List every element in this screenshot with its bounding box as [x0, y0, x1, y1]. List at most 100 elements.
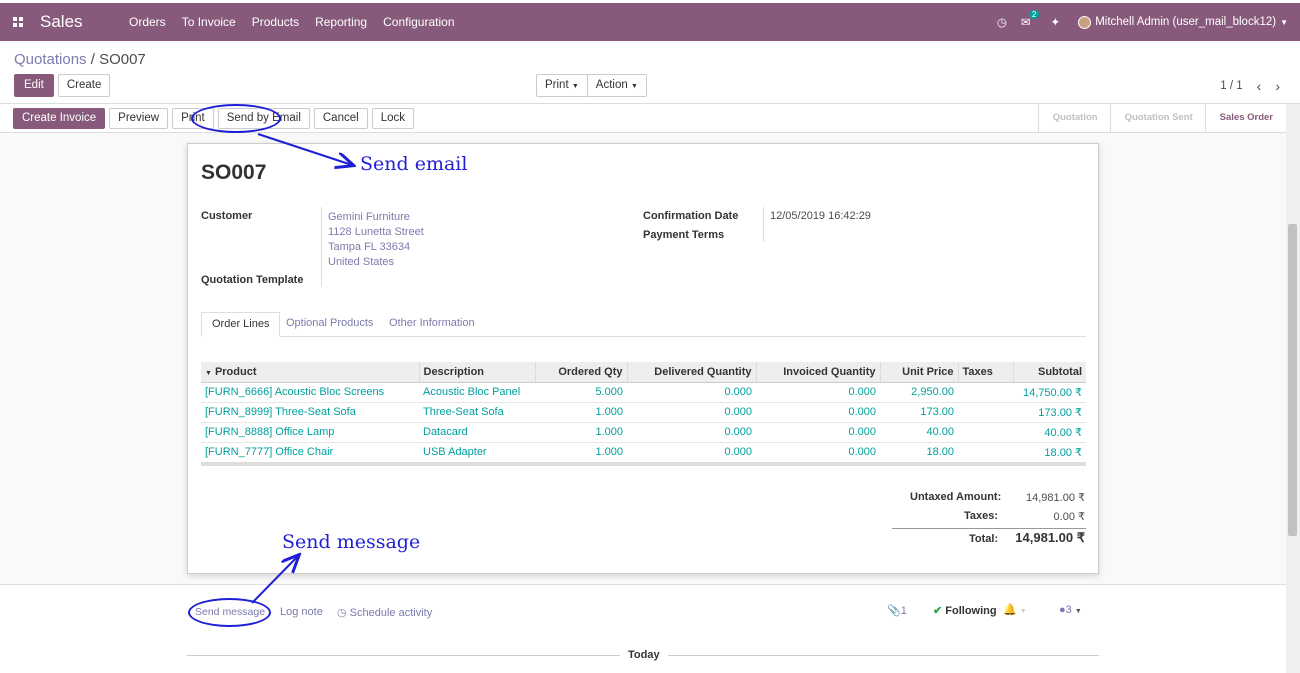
breadcrumb-quotations[interactable]: Quotations — [14, 51, 87, 68]
user-name: Mitchell Admin (user_mail_block12) — [1095, 16, 1277, 28]
action-dropdown[interactable]: Action ▼ — [586, 74, 647, 97]
untaxed-amount-label: Untaxed Amount: — [910, 491, 1002, 503]
messages-badge: 2 — [1028, 10, 1040, 19]
cell-ordered-qty: 1.000 — [535, 402, 627, 423]
cell-invoiced-qty: 0.000 — [756, 402, 880, 423]
cell-delivered-qty: 0.000 — [627, 382, 756, 403]
cell-taxes — [958, 382, 1013, 403]
app-brand[interactable]: Sales — [40, 12, 128, 32]
log-note-button[interactable]: Log note — [280, 606, 323, 618]
activity-clock-icon[interactable]: ◷ — [997, 15, 1007, 29]
caret-down-icon: ▼ — [571, 83, 579, 90]
caret-down-icon: ▼ — [630, 83, 638, 90]
caret-down-icon: ▼ — [205, 369, 212, 377]
cell-unit-price: 18.00 — [880, 442, 958, 463]
stage-sales-order[interactable]: Sales Order — [1204, 104, 1285, 132]
cancel-button[interactable]: Cancel — [313, 108, 368, 129]
tab-order-lines[interactable]: Order Lines — [201, 312, 281, 337]
menu-to-invoice[interactable]: To Invoice — [182, 15, 236, 29]
column-subtotal[interactable]: Subtotal — [1013, 362, 1086, 383]
attachments-button[interactable]: 📎1 — [887, 604, 907, 617]
chevron-right-icon[interactable]: › — [1275, 78, 1280, 94]
customer-city: Tampa FL 33634 — [328, 241, 411, 253]
cell-product: [FURN_6666] Acoustic Bloc Screens — [201, 382, 419, 403]
send-email-annotation: Send email — [360, 153, 468, 175]
cell-taxes — [958, 442, 1013, 463]
divider — [321, 207, 322, 287]
table-row[interactable]: [FURN_7777] Office Chair USB Adapter 1.0… — [201, 442, 1086, 463]
menu-orders[interactable]: Orders — [129, 15, 166, 29]
column-description[interactable]: Description — [419, 362, 536, 383]
scrollbar-thumb[interactable] — [1288, 224, 1297, 536]
pager: 1 / 1 ‹ › — [1220, 78, 1280, 94]
breadcrumb-separator: / — [86, 51, 100, 68]
customer-label: Customer — [201, 210, 253, 222]
menu-configuration[interactable]: Configuration — [383, 15, 454, 29]
breadcrumb: Quotations / SO007 — [14, 51, 146, 68]
table-row[interactable]: [FURN_8888] Office Lamp Datacard 1.000 0… — [201, 422, 1086, 443]
customer-field[interactable]: Gemini Furniture 1128 Lunetta Street Tam… — [328, 210, 424, 270]
print-dropdown[interactable]: Print ▼ — [536, 74, 588, 97]
user-menu[interactable]: Mitchell Admin (user_mail_block12) ▼ — [1078, 15, 1288, 29]
column-ordered-qty[interactable]: Ordered Qty — [535, 362, 628, 383]
debug-bug-icon[interactable]: ✦ — [1051, 15, 1061, 29]
untaxed-amount-value: 14,981.00 ₹ — [1026, 492, 1085, 504]
cell-product: [FURN_8999] Three-Seat Sofa — [201, 402, 419, 423]
preview-button[interactable]: Preview — [109, 108, 169, 129]
table-row[interactable]: [FURN_6666] Acoustic Bloc Screens Acoust… — [201, 382, 1086, 403]
cell-description: Datacard — [419, 422, 535, 443]
create-invoice-button[interactable]: Create Invoice — [13, 108, 106, 129]
schedule-activity-label: Schedule activity — [349, 607, 433, 619]
caret-down-icon: ▼ — [1074, 608, 1082, 615]
cell-ordered-qty: 1.000 — [535, 422, 627, 443]
payment-terms-label: Payment Terms — [643, 229, 725, 241]
taxes-value: 0.00 ₹ — [1053, 511, 1085, 523]
column-taxes[interactable]: Taxes — [958, 362, 1014, 383]
send-message-annotation: Send message — [282, 531, 421, 553]
column-unit-price[interactable]: Unit Price — [880, 362, 959, 383]
divider — [763, 207, 764, 242]
edit-button[interactable]: Edit — [14, 74, 54, 97]
avatar — [1078, 15, 1092, 29]
column-product[interactable]: ▼ Product — [201, 362, 420, 383]
send-email-highlight — [191, 104, 281, 133]
breadcrumb-current: SO007 — [99, 51, 146, 68]
bell-icon[interactable]: 🔔 ▼ — [1003, 603, 1027, 616]
cell-invoiced-qty: 0.000 — [756, 382, 880, 403]
paperclip-icon: 📎 — [887, 605, 901, 617]
quotation-template-label: Quotation Template — [201, 274, 304, 286]
cell-unit-price: 40.00 — [880, 422, 958, 443]
create-button[interactable]: Create — [57, 74, 111, 97]
stage-quotation-sent[interactable]: Quotation Sent — [1109, 104, 1205, 132]
tab-other-information[interactable]: Other Information — [379, 312, 485, 337]
chevron-left-icon[interactable]: ‹ — [1257, 78, 1262, 94]
menu-products[interactable]: Products — [252, 15, 299, 29]
following-button[interactable]: ✔ Following — [933, 604, 997, 617]
total-label: Total: — [969, 533, 999, 545]
cell-taxes — [958, 422, 1013, 443]
table-row[interactable]: [FURN_8999] Three-Seat Sofa Three-Seat S… — [201, 402, 1086, 423]
customer-country: United States — [328, 256, 395, 268]
column-delivered-quantity[interactable]: Delivered Quantity — [627, 362, 757, 383]
menu-reporting[interactable]: Reporting — [315, 15, 367, 29]
followers-count: 3 — [1065, 604, 1072, 616]
total-value: 14,981.00 ₹ — [1015, 530, 1085, 545]
lock-button[interactable]: Lock — [371, 108, 414, 129]
notebook-tabs: Order Lines Optional Products Other Info… — [201, 312, 1086, 337]
column-invoiced-quantity[interactable]: Invoiced Quantity — [756, 362, 881, 383]
scrollbar[interactable] — [1286, 104, 1300, 673]
apps-menu-icon[interactable] — [0, 17, 36, 27]
schedule-activity-button[interactable]: ◷ Schedule activity — [337, 606, 432, 619]
cell-unit-price: 173.00 — [880, 402, 958, 423]
confirmation-date-value[interactable]: 12/05/2019 16:42:29 — [770, 210, 871, 222]
stage-quotation[interactable]: Quotation — [1037, 104, 1110, 132]
cell-taxes — [958, 402, 1013, 423]
chatter: Send message Log note ◷ Schedule activit… — [0, 584, 1286, 673]
pager-value[interactable]: 1 / 1 — [1220, 80, 1242, 92]
send-message-highlight — [188, 598, 271, 627]
messages-icon[interactable]: ✉ 2 — [1021, 10, 1040, 29]
cell-delivered-qty: 0.000 — [627, 422, 756, 443]
followers-button[interactable]: ●3 ▼ — [1059, 604, 1082, 616]
clock-icon: ◷ — [337, 607, 347, 619]
tab-optional-products[interactable]: Optional Products — [276, 312, 383, 337]
